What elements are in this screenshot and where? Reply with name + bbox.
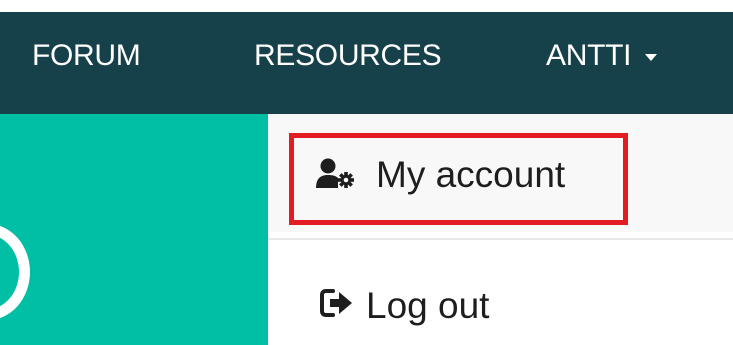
hero-logo-fragment [0,224,30,320]
red-highlight-box [289,133,628,225]
top-navbar: FORUM RESOURCES ANTTI [0,12,733,114]
sign-out-icon [320,288,354,323]
user-menu-label: ANTTI [546,39,632,72]
top-strip [0,0,733,12]
caret-down-icon [645,53,658,61]
nav-forum-link[interactable]: FORUM [32,38,141,74]
user-menu-toggle[interactable]: ANTTI [546,38,658,74]
log-out-label: Log out [366,285,490,326]
hero-banner [0,114,268,345]
nav-resources-link[interactable]: RESOURCES [254,38,442,74]
log-out-menu-item[interactable]: Log out [268,240,733,345]
